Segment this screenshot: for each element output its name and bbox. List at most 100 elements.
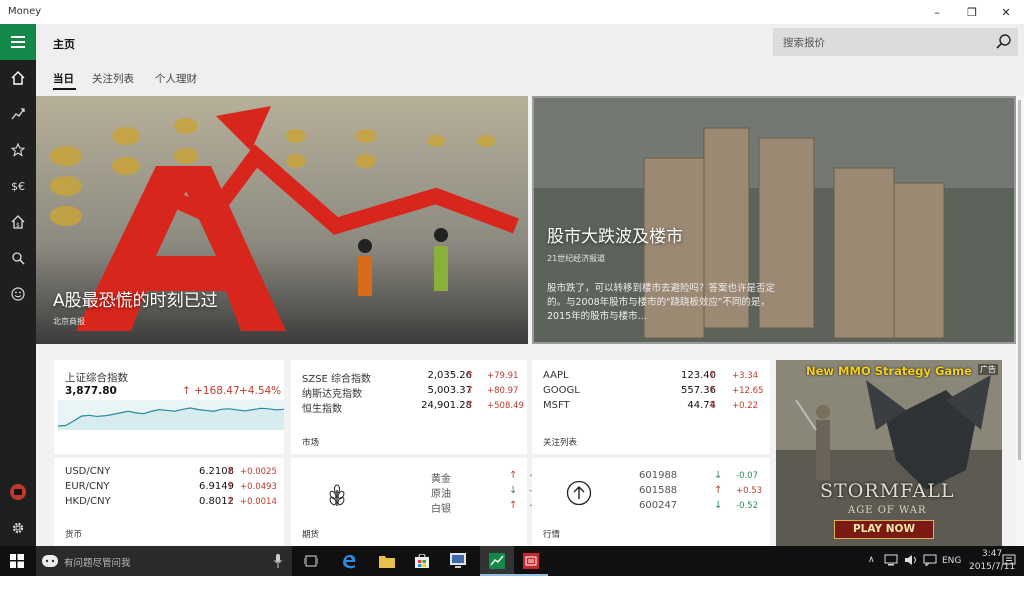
- tab-watchlist[interactable]: 关注列表: [92, 71, 134, 86]
- item-change: -0.52: [736, 501, 758, 511]
- futures-card[interactable]: 黄金↑+1.90原油↓-0.11白银↑+0.21 期货: [291, 458, 555, 546]
- hero-1-source: 北京商报: [53, 317, 85, 326]
- hero-2-source: 21世纪经济报道: [547, 254, 606, 263]
- ad-play-button[interactable]: PLAY NOW: [834, 520, 934, 539]
- list-item[interactable]: 纳斯达克指数 5,003.37 ↑ +80.97: [291, 385, 527, 400]
- index-sparkline: [58, 400, 284, 430]
- hero-2-description: 股市跌了，可以转移到楼市去避险吗？答案也许是否定的。与2008年股市与楼市的"跷…: [547, 283, 776, 322]
- task-view-icon[interactable]: [300, 550, 322, 572]
- down-arrow-icon: ↓: [714, 500, 723, 511]
- down-arrow-icon: ↓: [714, 470, 723, 481]
- notification-message-icon[interactable]: [923, 554, 937, 584]
- settings-gear-icon[interactable]: [0, 510, 36, 546]
- quotes-card[interactable]: 601988 ↓ -0.07 601588 ↑ +0.53 600247 ↓ -0.52 行情: [532, 458, 770, 546]
- search-icon[interactable]: [994, 32, 1014, 52]
- scrollbar-thumb[interactable]: [1018, 100, 1021, 460]
- app-title: Money: [8, 6, 42, 17]
- list-item[interactable]: 恒生指数 24,901.28 ↑ +508.49: [291, 400, 527, 415]
- currencies-icon[interactable]: $€: [0, 168, 36, 204]
- hero-article-2[interactable]: 股市大跌波及楼市 21世纪经济报道 股市跌了，可以转移到楼市去避险吗？答案也许是…: [532, 96, 1016, 344]
- maximize-button[interactable]: ❐: [955, 0, 989, 24]
- up-arrow-icon: ↑: [466, 400, 475, 411]
- home-icon[interactable]: [0, 60, 36, 96]
- list-item[interactable]: HKD/CNY 0.8012 ↑ +0.0014: [54, 496, 284, 511]
- list-item[interactable]: 601988 ↓ -0.07: [532, 470, 770, 485]
- account-icon[interactable]: [0, 474, 36, 510]
- list-item[interactable]: 白银↑+0.21: [291, 500, 555, 515]
- ad-badge: 广告: [978, 364, 998, 375]
- index-change: ↑ +168.47: [182, 385, 240, 397]
- watchlist-card[interactable]: AAPL 123.40 ↑ +3.34 GOOGL 557.36 ↑ +12.65 MSFT 44…: [532, 360, 770, 454]
- money-app-taskbar-item[interactable]: [480, 546, 514, 576]
- item-change: +508.49: [487, 401, 524, 411]
- news-app-icon: [523, 553, 539, 569]
- list-item[interactable]: EUR/CNY 6.9149 ↑ +0.0493: [54, 481, 284, 496]
- start-windows-icon[interactable]: [6, 550, 28, 572]
- sidebar: $€ $: [0, 24, 36, 546]
- hero-2-title[interactable]: 股市大跌波及楼市: [547, 222, 683, 247]
- list-item[interactable]: MSFT 44.74 ↑ +0.22: [532, 400, 770, 415]
- news-app-taskbar-item[interactable]: [514, 546, 548, 576]
- cortana-search-box[interactable]: 有问题尽管问我: [36, 546, 292, 576]
- volume-icon[interactable]: [904, 554, 918, 584]
- item-change: +0.22: [732, 401, 759, 411]
- hamburger-menu-icon[interactable]: [0, 24, 36, 60]
- item-change: +0.0493: [240, 482, 277, 492]
- list-item[interactable]: 原油↓-0.11: [291, 485, 551, 500]
- mortgage-house-icon[interactable]: $: [0, 204, 36, 240]
- tab-today[interactable]: 当日: [53, 71, 74, 86]
- item-name: 601588: [639, 485, 678, 496]
- hero-1-title[interactable]: A股最恐慌的时刻已过: [53, 286, 218, 311]
- up-arrow-icon: ↑: [466, 370, 475, 381]
- up-arrow-icon: ↑: [226, 466, 235, 477]
- list-item[interactable]: 黄金↑+1.90: [291, 470, 555, 485]
- advertisement[interactable]: New MMO Strategy Game 广告 STORMFALL AGE O…: [776, 360, 1002, 546]
- list-item[interactable]: 601588 ↑ +0.53: [532, 485, 770, 500]
- markets-trend-icon[interactable]: [0, 96, 36, 132]
- tray-chevron-icon[interactable]: ∧: [868, 555, 875, 585]
- currencies-card[interactable]: USD/CNY 6.2108 ↑ +0.0025 EUR/CNY 6.9149 ↑ +0.04…: [54, 458, 284, 546]
- news-icon[interactable]: [0, 240, 36, 276]
- main-content: A股最恐慌的时刻已过 北京商报 股市大跌波及楼市 21世纪经济报道 股市跌了，可…: [36, 96, 1016, 546]
- language-indicator[interactable]: ENG: [942, 556, 961, 586]
- close-button[interactable]: ✕: [989, 0, 1023, 24]
- hero-article-1[interactable]: A股最恐慌的时刻已过 北京商报: [36, 96, 528, 344]
- store-icon[interactable]: [411, 550, 433, 572]
- item-change: +0.0014: [240, 497, 277, 507]
- item-change: +0.53: [736, 486, 763, 496]
- money-app-icon: [489, 553, 505, 569]
- item-name: 原油: [431, 489, 451, 500]
- item-change: +79.91: [487, 371, 519, 381]
- ad-headline: New MMO Strategy Game: [806, 364, 972, 378]
- action-center-icon[interactable]: [1002, 554, 1016, 584]
- currencies-label: 货币: [65, 530, 83, 540]
- file-explorer-icon[interactable]: [376, 550, 398, 572]
- search-input[interactable]: 搜索报价: [783, 35, 825, 50]
- search-box[interactable]: 搜索报价: [773, 28, 1018, 56]
- markets-card[interactable]: SZSE 综合指数 2,035.26 ↑ +79.91 纳斯达克指数 5,003.37 ↑ +…: [291, 360, 527, 454]
- list-item[interactable]: AAPL 123.40 ↑ +3.34: [532, 370, 770, 385]
- list-item[interactable]: GOOGL 557.36 ↑ +12.65: [532, 385, 770, 400]
- minimize-button[interactable]: –: [920, 0, 954, 24]
- feedback-smiley-icon[interactable]: [0, 276, 36, 312]
- cortana-icon: [42, 554, 58, 571]
- tab-personal-finance[interactable]: 个人理财: [155, 71, 197, 86]
- index-card[interactable]: 上证综合指数 3,877.80 ↑ +168.47 +4.54%: [54, 360, 284, 454]
- page-title: 主页: [53, 38, 75, 51]
- item-change: +3.34: [732, 371, 759, 381]
- microphone-icon[interactable]: [274, 554, 282, 571]
- item-change: +12.65: [732, 386, 764, 396]
- edge-browser-icon[interactable]: [338, 550, 360, 572]
- up-arrow-icon: ↑: [708, 385, 717, 396]
- network-icon[interactable]: [884, 554, 898, 584]
- app-icon-pinned[interactable]: [447, 550, 469, 572]
- up-arrow-icon: ↑: [226, 496, 235, 507]
- item-name: AAPL: [543, 370, 569, 381]
- list-item[interactable]: SZSE 综合指数 2,035.26 ↑ +79.91: [291, 370, 527, 385]
- list-item[interactable]: 600247 ↓ -0.52: [532, 500, 770, 515]
- cortana-search-input[interactable]: 有问题尽管问我: [64, 555, 131, 569]
- list-item[interactable]: USD/CNY 6.2108 ↑ +0.0025: [54, 466, 284, 481]
- title-bar: Money – ❐ ✕: [0, 0, 1024, 24]
- vertical-scrollbar[interactable]: [1016, 96, 1024, 546]
- watchlist-star-icon[interactable]: [0, 132, 36, 168]
